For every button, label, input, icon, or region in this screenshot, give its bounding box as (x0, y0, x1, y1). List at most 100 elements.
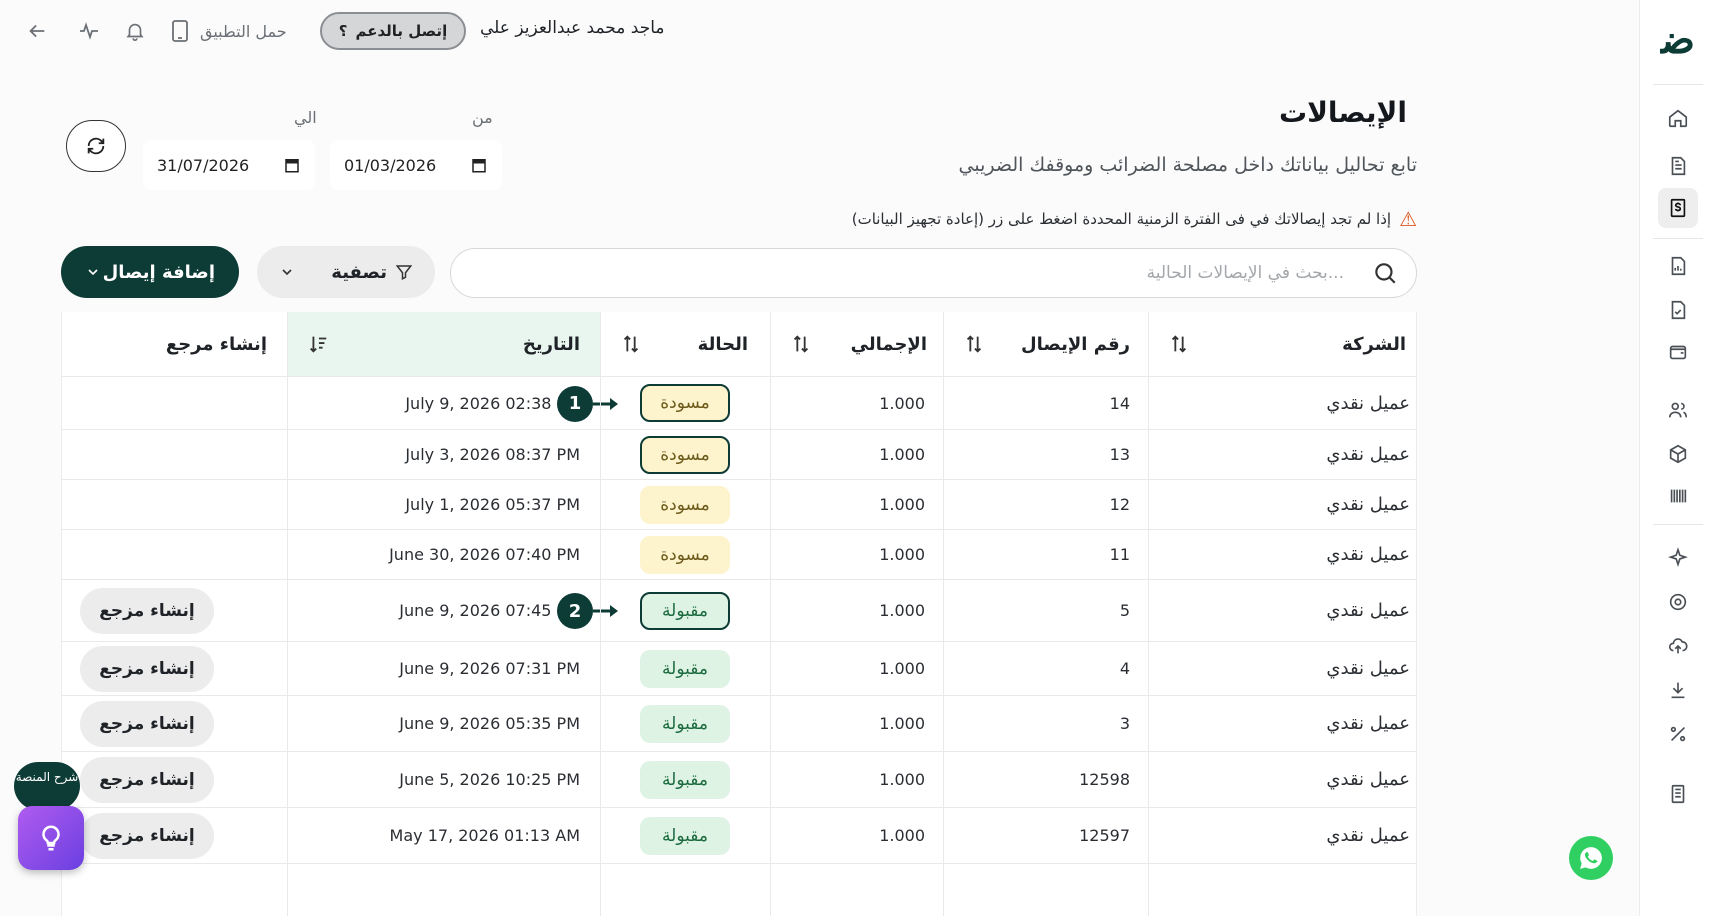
sparkle-icon[interactable] (1658, 538, 1698, 578)
filter-button[interactable]: تصفية (257, 246, 435, 298)
whatsapp-button[interactable] (1569, 836, 1613, 880)
refresh-data-button[interactable] (66, 120, 126, 172)
package-icon[interactable] (1658, 434, 1698, 474)
users-icon[interactable] (1658, 390, 1698, 430)
date-value: June 5, 2026 10:25 PM (399, 770, 580, 789)
date-cell: June 9, 2026 07:45 PM (287, 580, 600, 641)
cloud-upload-icon[interactable] (1658, 626, 1698, 666)
search-input[interactable]: بحث في الإيصالات الحالية... (450, 248, 1417, 298)
table-row[interactable]: إنشاء مزجع June 9, 2026 07:45 PM مقبولة 1.0… (62, 580, 1416, 642)
table-row[interactable]: إنشاء مزجع June 9, 2026 07:31 PM مقبولة 1.0… (62, 642, 1416, 696)
create-reference-button[interactable]: إنشاء مزجع (80, 700, 214, 747)
company-name: عميل نقدي (1326, 392, 1410, 414)
from-date-label: من (472, 108, 493, 127)
building-report-icon[interactable] (1658, 774, 1698, 814)
status-badge[interactable]: مقبولة (640, 649, 730, 688)
table-row[interactable]: إنشاء مزجع May 17, 2026 01:13 AM مقبولة 1.0… (62, 808, 1416, 864)
table-row[interactable]: July 1, 2026 05:37 PM مسودة 1.000 12 عميل نق… (62, 480, 1416, 530)
download-icon[interactable] (1658, 670, 1698, 710)
total-value: 1.000 (879, 770, 925, 789)
percent-icon[interactable] (1658, 714, 1698, 754)
calendar-icon (472, 159, 486, 173)
sort-icon[interactable] (790, 333, 812, 355)
platform-help-label[interactable]: شرح المنصة (14, 762, 80, 810)
user-name[interactable]: ماجد محمد عبدالعزيز علي (480, 18, 665, 38)
from-date-value: 01/03/2026 (344, 155, 437, 175)
add-receipt-button[interactable]: إضافة إيصال (61, 246, 239, 298)
table-row[interactable]: July 3, 2026 08:37 PM مسودة 1.000 13 عميل نق… (62, 430, 1416, 480)
total-value: 1.000 (879, 445, 925, 464)
back-arrow-icon[interactable] (22, 16, 52, 46)
chevron-down-icon (282, 269, 292, 276)
total-cell: 1.000 (770, 530, 943, 579)
to-date-label: الي (294, 108, 317, 127)
barcode-icon[interactable] (1658, 476, 1698, 516)
badge-settings-icon[interactable] (1658, 582, 1698, 622)
company-cell: عميل نقدي (1148, 642, 1416, 695)
status-badge[interactable]: مقبولة (640, 816, 730, 855)
header-company[interactable]: الشركة (1148, 312, 1416, 376)
total-cell: 1.000 (770, 480, 943, 529)
step-marker: 1 (557, 385, 619, 422)
sort-icon[interactable] (620, 333, 642, 355)
file-check-icon[interactable] (1658, 290, 1698, 330)
header-total[interactable]: الإجمالي (770, 312, 943, 376)
status-badge[interactable]: مقبولة (640, 591, 730, 630)
activity-icon[interactable] (74, 16, 104, 46)
company-cell: عميل نقدي (1148, 480, 1416, 529)
status-badge[interactable]: مقبولة (640, 760, 730, 799)
status-cell: مسودة (600, 480, 770, 529)
table-row[interactable]: إنشاء مزجع June 9, 2026 05:35 PM مقبولة 1.0… (62, 696, 1416, 752)
table-row[interactable]: إنشاء مزجع June 5, 2026 10:25 PM مقبولة 1.0… (62, 752, 1416, 808)
status-badge[interactable]: مقبولة (640, 704, 730, 743)
receipt-dollar-icon[interactable] (1658, 188, 1698, 228)
total-value: 1.000 (879, 393, 925, 413)
to-date-input[interactable]: 31/07/2026 (143, 140, 315, 190)
search-icon (1375, 263, 1396, 284)
top-bar: حمل التطبيق ؟ إتصل بالدعم ماجد محمد عبدا… (0, 0, 1639, 62)
status-badge[interactable]: مسودة (640, 535, 730, 574)
brand-logo[interactable]: ﺿ (1653, 18, 1703, 62)
contact-support-button[interactable]: ؟ إتصل بالدعم (320, 12, 466, 50)
chevron-down-icon (88, 269, 98, 276)
document-icon[interactable] (1658, 146, 1698, 186)
header-status[interactable]: الحالة (600, 312, 770, 376)
status-badge[interactable]: مسودة (640, 384, 730, 422)
date-cell: July 3, 2026 08:37 PM (287, 430, 600, 479)
sort-icon[interactable] (963, 333, 985, 355)
wallet-icon[interactable] (1658, 332, 1698, 372)
date-value: June 9, 2026 07:45 PM (399, 601, 580, 620)
total-cell: 1.000 (770, 430, 943, 479)
home-icon[interactable] (1658, 98, 1698, 138)
sort-descending-icon[interactable] (307, 333, 329, 355)
arrow-right-icon (593, 397, 618, 410)
create-reference-button[interactable]: إنشاء مزجع (80, 645, 214, 692)
create-reference-button[interactable]: إنشاء مزجع (80, 756, 214, 803)
create-reference-button[interactable]: إنشاء مزجع (80, 812, 214, 859)
table-row[interactable]: July 9, 2026 02:38 PM مسودة 1.000 14 عميل نق… (62, 377, 1416, 430)
step-marker: 2 (557, 593, 619, 629)
file-chart-icon[interactable] (1658, 246, 1698, 286)
header-status-label: الحالة (697, 333, 748, 355)
status-badge[interactable]: مسودة (640, 485, 730, 524)
date-cell: June 5, 2026 10:25 PM (287, 752, 600, 807)
sort-icon[interactable] (1168, 333, 1190, 355)
receipt-no-cell: 12 (943, 480, 1148, 529)
header-date[interactable]: التاريخ (287, 312, 600, 376)
contact-support-label: إتصل بالدعم (355, 22, 448, 40)
download-app-link[interactable]: حمل التطبيق (170, 16, 287, 46)
from-date-input[interactable]: 01/03/2026 (330, 140, 502, 190)
sidebar-divider (1653, 524, 1703, 525)
total-value: 1.000 (879, 826, 925, 845)
total-value: 1.000 (879, 601, 925, 620)
create-ref-cell (62, 480, 287, 529)
status-badge[interactable]: مسودة (640, 435, 730, 474)
create-reference-button[interactable]: إنشاء مزجع (80, 587, 214, 634)
bell-icon[interactable] (120, 16, 150, 46)
header-receipt-no[interactable]: رقم الإيصال (943, 312, 1148, 376)
tips-button[interactable] (18, 806, 84, 870)
sidebar-divider (1653, 84, 1703, 85)
total-value: 1.000 (879, 714, 925, 733)
table-row[interactable]: June 30, 2026 07:40 PM مسودة 1.000 11 عميل ن… (62, 530, 1416, 580)
date-cell: June 9, 2026 05:35 PM (287, 696, 600, 751)
